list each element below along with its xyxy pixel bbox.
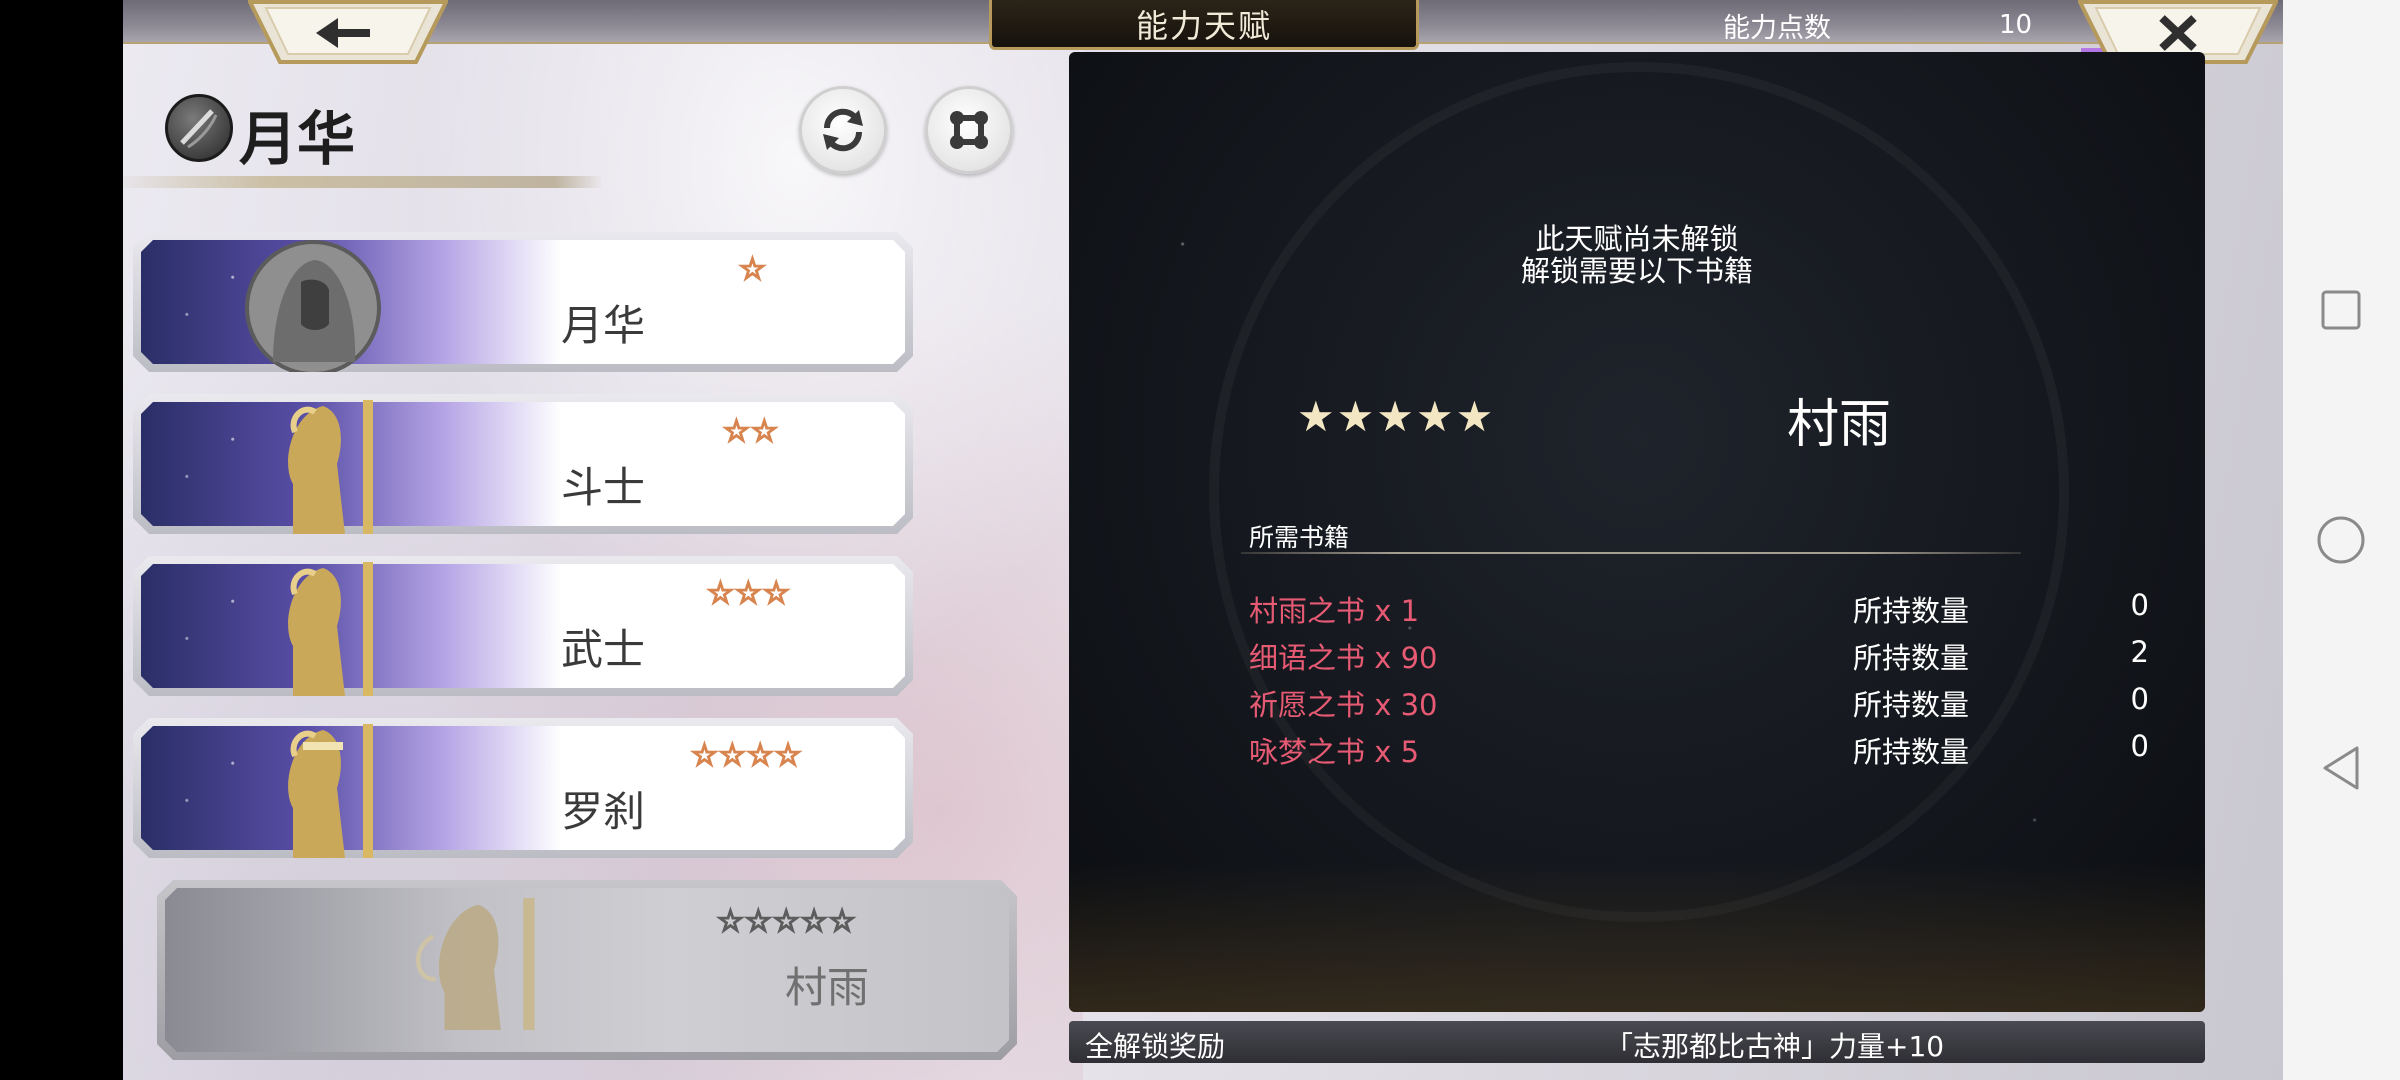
class-stars: ☆☆☆☆ xyxy=(690,737,803,774)
refresh-icon xyxy=(823,108,863,152)
owned-count: 0 xyxy=(2130,682,2149,716)
ability-points-label: 能力点数 xyxy=(1723,13,1831,44)
book-requirement: 祈愿之书 x 30 xyxy=(1249,688,1438,722)
rakshasa-portrait-icon xyxy=(233,718,393,858)
panel-ornament xyxy=(1069,862,2205,1012)
class-label: 武士 xyxy=(560,625,645,674)
class-stars: ☆☆ xyxy=(722,413,779,450)
back-button[interactable] xyxy=(246,0,450,64)
unlock-reward-bar: 全解锁奖励 「志那都比古神」力量+10 xyxy=(1069,1021,2205,1063)
character-name-underline xyxy=(123,176,603,188)
class-card-yuehua[interactable]: ☆ 月华 xyxy=(133,232,913,372)
class-stars: ☆☆☆ xyxy=(706,575,791,612)
character-emblem-icon xyxy=(165,94,233,162)
samurai-portrait-icon xyxy=(233,556,393,696)
book-requirement: 细语之书 x 90 xyxy=(1249,641,1438,675)
class-stars: ☆☆☆☆☆ xyxy=(716,903,857,940)
class-label: 斗士 xyxy=(560,463,645,512)
character-name: 月华 xyxy=(239,105,356,173)
talent-name: 村雨 xyxy=(1786,395,1891,455)
list-item: 祈愿之书 x 30 所持数量 0 xyxy=(1069,682,2205,728)
class-label: 月华 xyxy=(560,301,645,350)
page-title: 能力天赋 xyxy=(1135,6,1272,45)
circle-icon xyxy=(2317,516,2365,564)
list-item: 细语之书 x 90 所持数量 2 xyxy=(1069,635,2205,681)
owned-count: 0 xyxy=(2130,588,2149,622)
owned-label: 所持数量 xyxy=(1853,688,1970,722)
list-item: 村雨之书 x 1 所持数量 0 xyxy=(1069,588,2205,634)
reward-value: 「志那都比古神」力量+10 xyxy=(1605,1030,1945,1063)
page-title-plate: 能力天赋 xyxy=(989,0,1419,50)
home-button[interactable] xyxy=(2313,512,2369,568)
class-label: 村雨 xyxy=(784,963,869,1012)
class-stars: ☆ xyxy=(738,251,767,288)
class-card-murasame-selected[interactable]: ☆☆☆☆☆ 村雨 xyxy=(157,880,1017,1060)
book-requirement: 咏梦之书 x 5 xyxy=(1249,735,1420,769)
talent-stars: ★★★★★ xyxy=(1297,392,1496,441)
divider xyxy=(1241,552,2021,554)
class-card-luosha[interactable]: ☆☆☆☆ 罗刹 xyxy=(133,718,913,858)
owned-count: 0 xyxy=(2130,729,2149,763)
hooded-portrait-icon xyxy=(233,232,393,372)
swap-button[interactable] xyxy=(799,86,887,174)
owned-label: 所持数量 xyxy=(1853,735,1970,769)
ability-points-value: 10 xyxy=(1999,10,2033,40)
android-nav-bar xyxy=(2283,0,2400,1080)
warrior-portrait-icon xyxy=(233,394,393,534)
list-item: 咏梦之书 x 5 所持数量 0 xyxy=(1069,729,2205,775)
owned-count: 2 xyxy=(2130,635,2149,669)
owned-label: 所持数量 xyxy=(1853,641,1970,675)
triangle-back-icon xyxy=(2323,746,2359,790)
class-label: 罗刹 xyxy=(560,787,645,836)
owned-label: 所持数量 xyxy=(1853,594,1970,628)
arrow-left-icon xyxy=(246,0,450,64)
reward-label: 全解锁奖励 xyxy=(1085,1030,1226,1063)
required-books-title: 所需书籍 xyxy=(1249,523,1350,552)
back-nav-button[interactable] xyxy=(2313,740,2369,796)
book-requirement: 村雨之书 x 1 xyxy=(1249,594,1420,628)
panel-ring-decoration xyxy=(1209,62,2069,922)
skill-tree-icon xyxy=(950,111,988,149)
recent-apps-button[interactable] xyxy=(2313,282,2369,338)
class-card-wushi[interactable]: ☆☆☆ 武士 xyxy=(133,556,913,696)
talent-detail-panel: 此天赋尚未解锁 解锁需要以下书籍 ★★★★★ 村雨 所需书籍 村雨之书 x 1 … xyxy=(1069,52,2205,1012)
skill-tree-button[interactable] xyxy=(925,86,1013,174)
murasame-portrait-icon xyxy=(377,890,537,1030)
square-icon xyxy=(2321,290,2361,330)
game-screen: 能力天赋 能力点数 10 月华 ☆ 月华 ☆☆ 斗士 ☆☆☆ 武士 ☆☆☆☆ 罗… xyxy=(123,0,2283,1080)
letterbox-left xyxy=(0,0,123,1080)
locked-message-line2: 解锁需要以下书籍 xyxy=(1520,254,1753,288)
class-card-doushi[interactable]: ☆☆ 斗士 xyxy=(133,394,913,534)
